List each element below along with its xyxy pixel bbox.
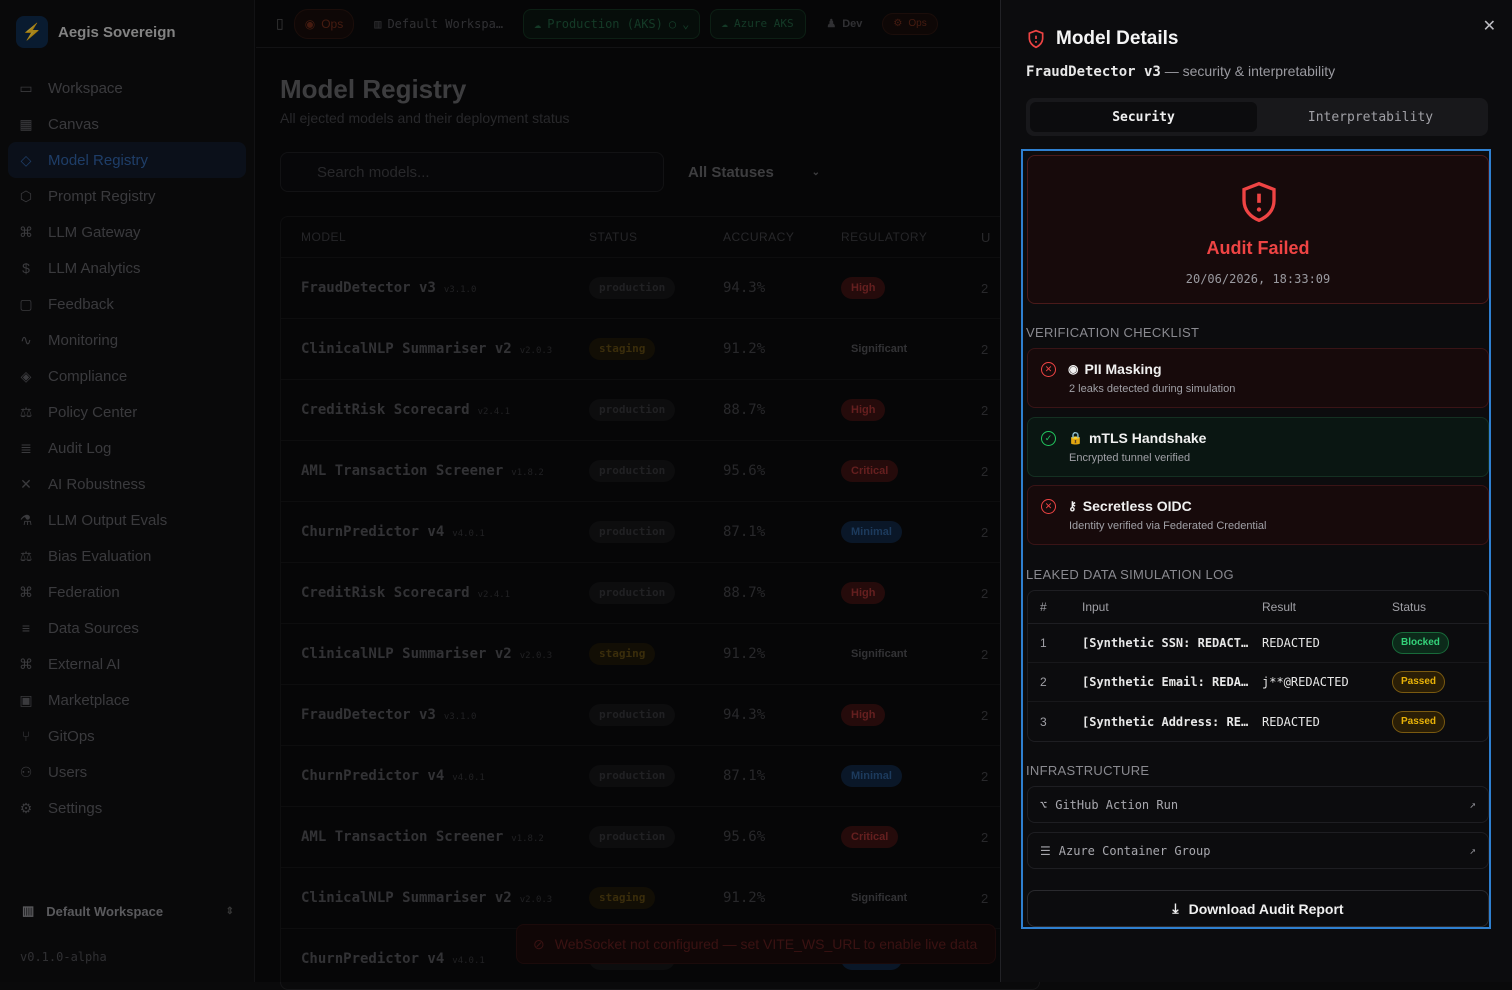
drawer-tabs: Security Interpretability xyxy=(1026,98,1488,136)
tab-security[interactable]: Security xyxy=(1030,102,1257,132)
log-num: 1 xyxy=(1040,636,1047,650)
log-result: j**@REDACTED xyxy=(1262,675,1349,689)
log-input: [Synthetic Address: REDACTED] xyxy=(1082,714,1262,729)
subtitle-suffix: — security & interpretability xyxy=(1164,63,1336,79)
shield-alert-icon xyxy=(1242,181,1276,223)
lock-icon: 🔒 xyxy=(1068,431,1083,445)
check-desc: 2 leaks detected during simulation xyxy=(1069,383,1236,395)
log-label: LEAKED DATA SIMULATION LOG xyxy=(1026,567,1234,582)
log-result: REDACTED xyxy=(1262,636,1320,650)
audit-status-card: Audit Failed 20/06/2026, 18:33:09 xyxy=(1027,155,1489,304)
leak-log-table: # Input Result Status 1 [Synthetic SSN: R… xyxy=(1027,590,1489,742)
external-link-icon: ↗ xyxy=(1469,844,1476,857)
log-status-badge: Passed xyxy=(1392,710,1446,733)
log-col-num: # xyxy=(1040,600,1047,614)
check-mtls-handshake: ✓ 🔒 mTLS Handshake Encrypted tunnel verifie… xyxy=(1027,417,1489,477)
github-action-link[interactable]: ⌥ GitHub Action Run ↗ xyxy=(1027,786,1489,823)
download-audit-button[interactable]: ⤓ Download Audit Report xyxy=(1027,890,1489,927)
log-col-result: Result xyxy=(1262,600,1297,614)
x-circle-icon: ✕ xyxy=(1041,499,1056,514)
close-icon[interactable]: ✕ xyxy=(1483,16,1496,36)
log-num: 2 xyxy=(1040,675,1047,689)
x-circle-icon: ✕ xyxy=(1041,362,1056,377)
github-icon: ⌥ xyxy=(1040,797,1048,812)
audit-status: Audit Failed xyxy=(1206,238,1310,258)
azure-container-link[interactable]: ☰ Azure Container Group ↗ xyxy=(1027,832,1489,869)
drawer-title-text: Model Details xyxy=(1056,28,1179,49)
external-link-icon: ↗ xyxy=(1469,798,1476,811)
log-row: 1 [Synthetic SSN: REDACTED] REDACTED Blocke… xyxy=(1028,624,1488,663)
check-name: ⚷ Secretless OIDC xyxy=(1068,498,1192,514)
download-icon: ⤓ xyxy=(1172,900,1179,916)
drawer-title: Model Details xyxy=(1026,28,1178,50)
check-desc: Identity verified via Federated Credenti… xyxy=(1069,520,1267,532)
check-name: 🔒 mTLS Handshake xyxy=(1068,430,1206,446)
modal-backdrop[interactable] xyxy=(0,0,1000,982)
check-secretless-oidc: ✕ ⚷ Secretless OIDC Identity verified via F… xyxy=(1027,485,1489,545)
audit-timestamp: 20/06/2026, 18:33:09 xyxy=(1185,272,1331,286)
download-label: Download Audit Report xyxy=(1188,900,1344,917)
infra-label: INFRASTRUCTURE xyxy=(1026,763,1150,778)
checklist-label: VERIFICATION CHECKLIST xyxy=(1026,325,1200,340)
log-col-status: Status xyxy=(1392,600,1427,614)
log-status-badge: Passed xyxy=(1392,671,1446,693)
server-icon: ☰ xyxy=(1040,843,1051,858)
key-icon: ⚷ xyxy=(1068,499,1077,513)
eye-icon: ◉ xyxy=(1068,362,1079,376)
security-panel: Audit Failed 20/06/2026, 18:33:09 VERIFI… xyxy=(1021,149,1491,929)
log-row: 2 [Synthetic Email: REDACTED] j**@REDACTED… xyxy=(1028,663,1488,702)
model-name: FraudDetector v3 xyxy=(1026,64,1161,80)
azure-container-label: Azure Container Group xyxy=(1058,843,1211,858)
check-title: Secretless OIDC xyxy=(1082,498,1192,514)
github-action-label: GitHub Action Run xyxy=(1055,797,1179,812)
check-circle-icon: ✓ xyxy=(1041,431,1056,446)
check-pii-masking: ✕ ◉ PII Masking 2 leaks detected during sim… xyxy=(1027,348,1489,408)
shield-alert-icon xyxy=(1028,29,1044,49)
log-input: [Synthetic Email: REDACTED] xyxy=(1082,675,1262,689)
log-header: # Input Result Status xyxy=(1028,591,1488,624)
check-desc: Encrypted tunnel verified xyxy=(1069,452,1191,464)
log-col-input: Input xyxy=(1082,600,1109,614)
log-row: 3 [Synthetic Address: REDACTED]REDACTED Pa… xyxy=(1028,702,1488,741)
drawer-subtitle: FraudDetector v3 — security & interpreta… xyxy=(1026,63,1335,80)
log-result: REDACTED xyxy=(1262,714,1320,729)
tab-interpretability[interactable]: Interpretability xyxy=(1257,102,1484,132)
check-title: PII Masking xyxy=(1084,361,1162,377)
log-input: [Synthetic SSN: REDACTED] xyxy=(1082,636,1262,650)
log-num: 3 xyxy=(1040,714,1047,729)
check-title: mTLS Handshake xyxy=(1088,430,1207,446)
log-status-badge: Blocked xyxy=(1392,632,1449,654)
check-name: ◉ PII Masking xyxy=(1068,361,1162,377)
